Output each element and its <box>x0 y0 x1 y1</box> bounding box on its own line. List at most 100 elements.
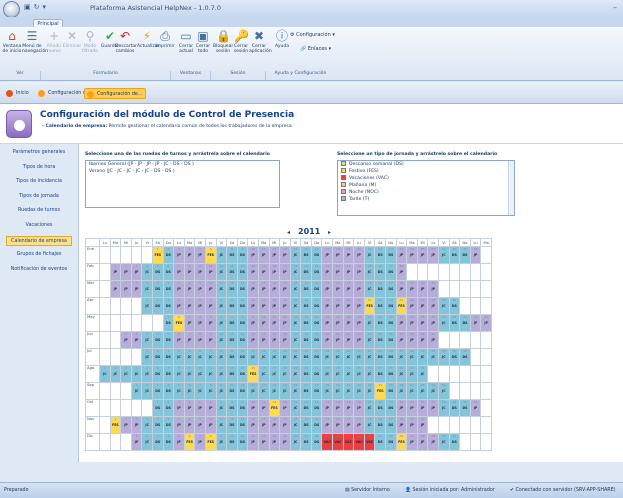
calendar-day[interactable]: 3 DS <box>162 297 175 315</box>
calendar-day[interactable]: 11 JP <box>247 297 259 315</box>
calendar-day[interactable] <box>120 382 132 400</box>
calendar-day[interactable]: 8 DS <box>236 314 249 332</box>
calendar-day[interactable]: 23 JP <box>353 331 365 349</box>
calendar-day[interactable]: 12 JC <box>215 365 228 383</box>
calendar-day[interactable]: 22 JC <box>353 382 365 400</box>
calendar-day[interactable]: 4 JC <box>141 416 153 434</box>
calendar-day[interactable] <box>99 433 111 451</box>
calendar-day[interactable]: 20 JC <box>332 382 344 400</box>
calendar-day[interactable]: 27 JP <box>427 399 439 417</box>
calendar-day[interactable]: 15 DS <box>300 246 312 264</box>
wheel-item[interactable]: Verano (JC - JC - JC - JC - JC - DS - DS… <box>86 168 279 175</box>
calendar-day[interactable]: 18 JP <box>342 314 355 332</box>
calendar-day[interactable]: 28 DS <box>448 314 461 332</box>
calendar-day[interactable]: 22 JC <box>321 365 334 383</box>
calendar-day[interactable]: 13 JP <box>247 331 259 349</box>
calendar-day[interactable]: 28 JP <box>406 331 418 349</box>
calendar-day[interactable]: 14 JC <box>268 382 281 400</box>
calendar-day[interactable]: 26 JP <box>416 399 429 417</box>
calendar-day[interactable]: 15 JC <box>279 382 291 400</box>
calendar-day[interactable]: 14 JP <box>279 297 291 315</box>
calendar-day[interactable] <box>120 433 132 451</box>
calendar-day[interactable]: 21 VAC <box>342 433 355 451</box>
daytypes-list[interactable]: Descanso semanal (DS) Festivo (FES) Vacaci… <box>337 160 515 216</box>
calendar-day[interactable]: 6 DS <box>151 365 164 383</box>
minimize-icon[interactable]: – <box>613 3 617 12</box>
añadir-nuevo-button[interactable]: + Añadir nuevo <box>44 29 64 54</box>
calendar-day[interactable]: 23 JP <box>395 314 408 332</box>
calendar-day[interactable]: 30 DS <box>448 348 461 366</box>
calendar-day[interactable]: 24 JP <box>395 399 408 417</box>
calendar-day[interactable]: 25 DS <box>385 433 397 451</box>
calendar-day[interactable]: 18 JP <box>321 297 334 315</box>
calendar-day[interactable]: 22 JP <box>342 331 355 349</box>
calendar-day[interactable]: 9 JP <box>247 314 259 332</box>
calendar-day[interactable]: 7 JC <box>215 246 228 264</box>
calendar-day[interactable]: 3 JC <box>120 365 132 383</box>
calendar-day[interactable]: 16 DS <box>310 399 323 417</box>
save-icon[interactable]: ▣ <box>24 3 31 11</box>
calendar-day[interactable]: 28 JC <box>416 382 429 400</box>
calendar-day[interactable]: 26 JP <box>416 246 429 264</box>
calendar-day[interactable]: 4 JC <box>141 263 153 281</box>
calendar-day[interactable]: 15 DS <box>310 314 323 332</box>
calendar-day[interactable]: 7 DS <box>226 314 238 332</box>
previous-year-arrow[interactable]: ◂ <box>287 229 290 236</box>
calendar-day[interactable]: 6 DS <box>162 280 175 298</box>
calendar-day[interactable] <box>99 280 111 298</box>
calendar-day[interactable]: 20 JC <box>363 314 376 332</box>
calendar-day[interactable]: 23 JP <box>342 280 355 298</box>
menú-de-navegación-button[interactable]: ☰ Menú de navegación <box>22 29 48 54</box>
calendar-day[interactable]: 30 JP <box>427 331 439 349</box>
calendar-day[interactable]: 13 JP <box>279 246 291 264</box>
calendar-day[interactable]: 6 JP <box>194 297 206 315</box>
calendar-day[interactable]: 17 DS <box>300 382 312 400</box>
calendar-day[interactable] <box>469 382 482 400</box>
calendar-day[interactable] <box>109 348 122 366</box>
calendar-day[interactable]: 3 JP <box>130 416 143 434</box>
calendar-day[interactable]: 25 JP <box>406 399 418 417</box>
calendar-day[interactable]: 15 JC <box>289 348 302 366</box>
calendar-day[interactable]: 24 DS <box>385 348 397 366</box>
calendar-day[interactable]: 8 DS <box>226 246 238 264</box>
app-menu-orb[interactable] <box>3 1 20 18</box>
calendar-day[interactable]: 26 DS <box>385 331 397 349</box>
calendar-day[interactable]: 4 DS <box>162 382 175 400</box>
calendar-day[interactable]: 23 JC <box>363 382 376 400</box>
calendar-day[interactable]: 24 JP <box>353 263 365 281</box>
calendar-day[interactable] <box>469 280 482 298</box>
calendar-day[interactable]: 1 DS <box>151 399 164 417</box>
calendar-day[interactable]: 9 JC <box>215 433 228 451</box>
calendar-day[interactable]: 31 DS <box>448 433 461 451</box>
calendar-day[interactable]: 11 JC <box>215 263 228 281</box>
calendar-day[interactable]: 4 JC <box>130 365 143 383</box>
calendar-day[interactable]: 11 JP <box>257 246 270 264</box>
calendar-day[interactable]: 19 JC <box>289 365 302 383</box>
calendar-day[interactable]: 29 JC <box>438 297 450 315</box>
calendar-day[interactable]: 7 JC <box>215 399 228 417</box>
calendar-day[interactable]: 5 JP <box>173 433 185 451</box>
calendar-day[interactable]: 1 JP <box>109 280 122 298</box>
calendar-day[interactable]: 7 JP <box>183 331 196 349</box>
wheel-item[interactable]: Ibernex General (JP - JP - JP - JP - JC … <box>86 161 279 168</box>
daytypes-scrollbar[interactable] <box>508 161 514 215</box>
calendar-day[interactable]: 2 DS <box>151 297 164 315</box>
calendar-day[interactable] <box>109 246 122 264</box>
bloquear-sesión-button[interactable]: 🔒 Bloquear sesión <box>213 29 233 54</box>
calendar-day[interactable]: 20 DS <box>310 280 323 298</box>
calendar-day[interactable]: 7 DS <box>162 365 175 383</box>
wheels-list[interactable]: Ibernex General (JP - JP - JP - JP - JC … <box>85 160 280 208</box>
calendar-day[interactable]: 27 JP <box>406 433 418 451</box>
calendar-day[interactable]: 16 DS <box>300 297 312 315</box>
daytype-item[interactable]: Tarde (T) <box>338 196 514 203</box>
calendar-day[interactable]: 20 JP <box>353 399 365 417</box>
calendar-day[interactable] <box>120 297 132 315</box>
calendar-day[interactable]: 14 JC <box>289 246 302 264</box>
sidebar-item-5[interactable]: Ruedas de turnos <box>6 206 72 216</box>
calendar-day[interactable]: 3 JP <box>130 263 143 281</box>
calendar-day[interactable]: 12 DS <box>236 331 249 349</box>
calendar-day[interactable] <box>480 416 492 434</box>
calendar-day[interactable] <box>109 433 122 451</box>
calendar-day[interactable]: 25 JC <box>363 280 376 298</box>
calendar-day[interactable]: 12 JP <box>268 246 281 264</box>
